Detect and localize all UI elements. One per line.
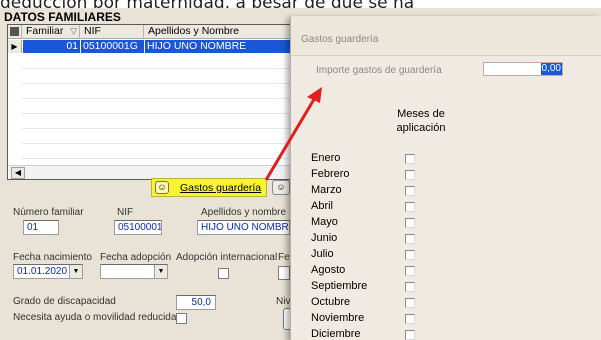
- month-checkbox-marzo[interactable]: [405, 186, 415, 196]
- gastos-guarderia-button[interactable]: ☺ Gastos guardería: [151, 178, 267, 197]
- adopcion-internacional-checkbox[interactable]: [218, 268, 229, 279]
- month-label-noviembre: Noviembre: [311, 312, 365, 324]
- fecha-adopcion-label: Fecha adopción: [100, 252, 172, 263]
- numero-familiar-label: Número familiar: [13, 207, 84, 218]
- month-checkbox-octubre[interactable]: [405, 298, 415, 308]
- month-label-febrero: Febrero: [311, 168, 350, 180]
- column-header-familiar[interactable]: Familiar ▽: [22, 25, 80, 39]
- fecha-nacimiento-value: 01.01.2020: [17, 266, 68, 277]
- month-checkbox-abril[interactable]: [405, 202, 415, 212]
- grado-discapacidad-field[interactable]: 50,0: [176, 295, 216, 310]
- cell-familiar: 01: [23, 40, 80, 53]
- ayuda-movilidad-checkbox[interactable]: [176, 313, 187, 324]
- importe-gastos-field[interactable]: 0,00: [483, 62, 563, 76]
- ayuda-movilidad-label: Necesita ayuda o movilidad reducida: [13, 312, 177, 323]
- month-checkbox-junio[interactable]: [405, 234, 415, 244]
- meses-label-line-2: aplicación: [396, 122, 446, 134]
- month-checkbox-septiembre[interactable]: [405, 282, 415, 292]
- select-all-icon[interactable]: [8, 25, 22, 39]
- child-icon: ☺: [155, 181, 169, 194]
- cell-nif: 05100001G: [81, 40, 144, 53]
- grid-line: [22, 83, 296, 84]
- dialog-titlebar[interactable]: Gastos guardería: [291, 16, 601, 56]
- grado-discapacidad-label: Grado de discapacidad: [13, 296, 116, 307]
- grid-line: [22, 158, 296, 159]
- fecha-nacimiento-label: Fecha nacimiento: [13, 252, 92, 263]
- month-label-diciembre: Diciembre: [311, 328, 361, 340]
- truncated-field[interactable]: [278, 266, 290, 280]
- dialog-title: Gastos guardería: [301, 34, 379, 45]
- month-label-marzo: Marzo: [311, 184, 342, 196]
- button-label: Gastos guardería: [180, 182, 262, 194]
- section-title: DATOS FAMILIARES: [4, 10, 121, 24]
- column-label: Familiar: [26, 25, 64, 37]
- month-label-mayo: Mayo: [311, 216, 338, 228]
- meses-label-line-1: Meses de: [397, 108, 445, 120]
- meses-aplicacion-heading: Meses de aplicación: [381, 107, 461, 135]
- adopcion-internacional-label: Adopción internacional: [176, 252, 278, 263]
- apellidos-label: Apellidos y nombre: [201, 207, 287, 218]
- importe-gastos-value: 0,00: [540, 63, 562, 75]
- month-label-julio: Julio: [311, 248, 334, 260]
- importe-gastos-label: Importe gastos de guardería: [316, 65, 442, 76]
- month-label-septiembre: Septiembre: [311, 280, 368, 292]
- month-label-octubre: Octubre: [311, 296, 351, 308]
- numero-familiar-field[interactable]: 01: [23, 220, 59, 235]
- scroll-left-arrow-icon[interactable]: ◀: [11, 167, 25, 179]
- month-checkbox-agosto[interactable]: [405, 266, 415, 276]
- gastos-guarderia-dialog: Gastos guardería Importe gastos de guard…: [290, 16, 601, 340]
- familiares-grid[interactable]: Familiar ▽ NIF Apellidos y Nombre ▶ 01 0…: [7, 24, 297, 180]
- nif-field[interactable]: 05100001G: [114, 220, 162, 235]
- filter-icon[interactable]: ▽: [70, 26, 77, 36]
- grid-line: [22, 128, 296, 129]
- table-row[interactable]: 01 05100001G HIJO UNO NOMBRE: [8, 40, 296, 53]
- month-label-agosto: Agosto: [311, 264, 346, 276]
- chevron-down-icon[interactable]: ▼: [69, 265, 82, 278]
- grid-line: [22, 143, 296, 144]
- month-checkbox-julio[interactable]: [405, 250, 415, 260]
- month-label-junio: Junio: [311, 232, 338, 244]
- month-checkbox-mayo[interactable]: [405, 218, 415, 228]
- month-checkbox-febrero[interactable]: [405, 170, 415, 180]
- grid-line: [22, 113, 296, 114]
- grid-line: [22, 98, 296, 99]
- horizontal-scrollbar[interactable]: ◀: [9, 165, 295, 179]
- grid-line: [22, 68, 296, 69]
- grid-header: Familiar ▽ NIF Apellidos y Nombre: [8, 25, 296, 39]
- month-label-abril: Abril: [311, 200, 334, 212]
- cell-nombre: HIJO UNO NOMBRE: [145, 40, 296, 53]
- truncated-label: Niv: [276, 296, 291, 307]
- month-checkbox-diciembre[interactable]: [405, 330, 415, 340]
- column-header-nif[interactable]: NIF: [80, 25, 144, 39]
- month-checkbox-noviembre[interactable]: [405, 314, 415, 324]
- nif-label: NIF: [117, 207, 134, 218]
- extra-action-button[interactable]: ☺: [272, 180, 290, 195]
- month-label-enero: Enero: [311, 152, 341, 164]
- month-checkbox-enero[interactable]: [405, 154, 415, 164]
- fecha-adopcion-select[interactable]: ▼: [100, 264, 168, 279]
- chevron-down-icon[interactable]: ▼: [154, 265, 167, 278]
- apellidos-field[interactable]: HIJO UNO NOMBRE: [197, 220, 290, 235]
- fecha-nacimiento-select[interactable]: 01.01.2020 ▼: [13, 264, 83, 279]
- column-header-apellidos[interactable]: Apellidos y Nombre: [144, 25, 296, 39]
